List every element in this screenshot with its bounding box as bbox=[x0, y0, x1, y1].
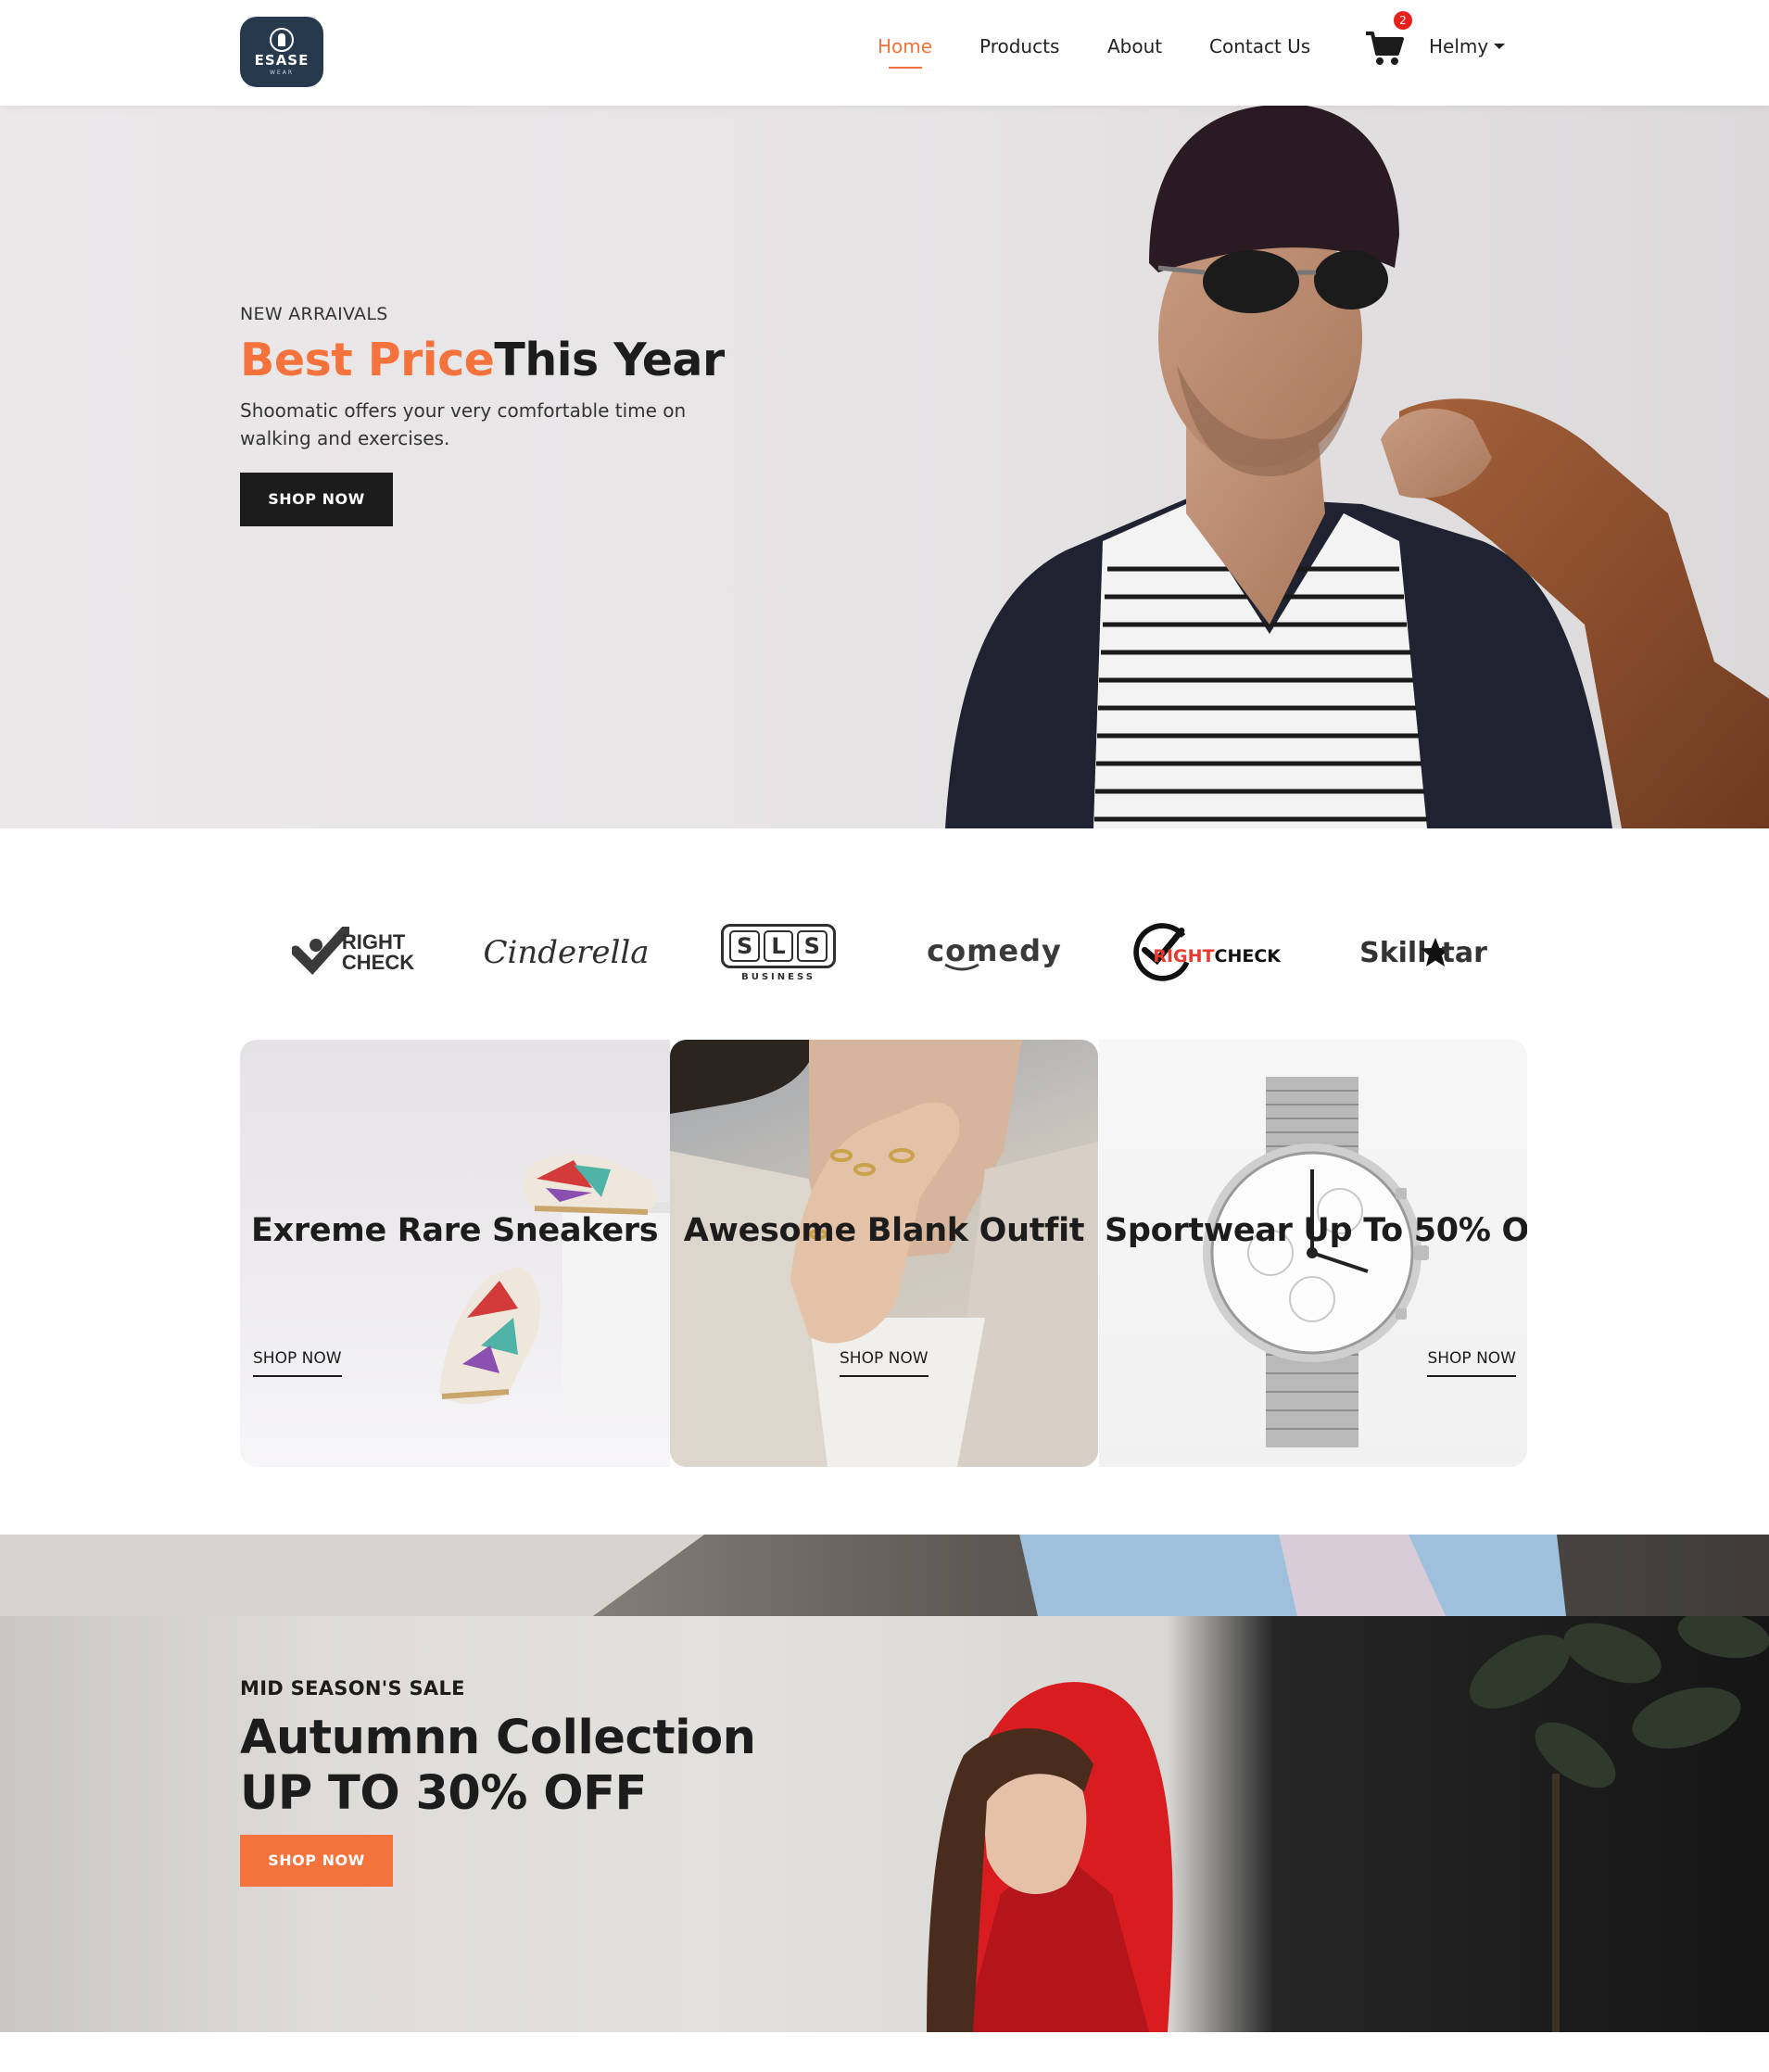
hero-title-accent: Best Price bbox=[240, 334, 495, 386]
promo-title-line1: Autumnn Collection bbox=[240, 1711, 756, 1765]
hero-title: Best PriceThis Year bbox=[240, 334, 725, 386]
card-shop-now-link-sportwear[interactable]: SHOP NOW bbox=[1427, 1349, 1516, 1377]
sls-letter-1: S bbox=[729, 929, 761, 962]
watch-image bbox=[1203, 1077, 1429, 1447]
shopping-cart-icon[interactable] bbox=[1364, 28, 1405, 69]
outfit-image bbox=[670, 1040, 1098, 1467]
rightcheck-line1: RIGHT bbox=[341, 930, 406, 954]
sls-letter-2: L bbox=[764, 929, 793, 962]
card-title-sportwear: Sportwear Up To 50% Off bbox=[1105, 1212, 1527, 1249]
promo-title: Autumnn Collection UP TO 30% OFF bbox=[240, 1711, 756, 1822]
logo-subtext: WEAR bbox=[270, 69, 294, 76]
category-card-sportwear[interactable]: Sportwear Up To 50% Off SHOP NOW bbox=[1099, 1040, 1527, 1467]
promo-eyebrow: MID SEASON'S SALE bbox=[240, 1677, 465, 1699]
cart-count-badge: 2 bbox=[1394, 11, 1412, 30]
sneakers-image bbox=[439, 1154, 670, 1415]
promo-banner: MID SEASON'S SALE Autumnn Collection UP … bbox=[0, 1616, 1769, 2032]
promo-model-image bbox=[927, 1616, 1769, 2032]
hero-description: Shoomatic offers your very comfortable t… bbox=[240, 399, 687, 449]
brand-logo-sls: S L S BUSINESS bbox=[714, 914, 843, 992]
category-card-outfit[interactable]: Awesome Blank Outfit SHOP NOW bbox=[670, 1040, 1098, 1467]
card-title-sneakers: Exreme Rare Sneakers bbox=[251, 1212, 659, 1249]
brand-logo-rightcheck: RIGHT CHECK bbox=[284, 914, 423, 992]
hero-model-image bbox=[945, 106, 1769, 828]
rightcheck-line2: CHECK bbox=[341, 951, 415, 974]
logo-emblem-icon bbox=[270, 28, 294, 52]
nav-link-home[interactable]: Home bbox=[878, 35, 932, 57]
sls-subtitle: BUSINESS bbox=[741, 971, 815, 982]
promo-title-line2: UP TO 30% OFF bbox=[240, 1766, 647, 1821]
brand-logo-rightcheck-2: RIGHTCHECK bbox=[1132, 914, 1281, 992]
hero-title-rest: This Year bbox=[494, 334, 725, 386]
hero-eyebrow: NEW ARRAIVALS bbox=[240, 304, 388, 324]
promo-strip-image bbox=[0, 1535, 1769, 1616]
caret-down-icon bbox=[1494, 44, 1506, 49]
site-header: ESASE WEAR Home Products About Contact U… bbox=[0, 0, 1769, 106]
nav-link-products[interactable]: Products bbox=[979, 35, 1059, 57]
skillstar-b: tar bbox=[1441, 936, 1487, 969]
card-title-outfit: Awesome Blank Outfit bbox=[683, 1212, 1085, 1249]
card-shop-now-link-sneakers[interactable]: SHOP NOW bbox=[253, 1349, 342, 1377]
nav-link-about[interactable]: About bbox=[1107, 35, 1162, 57]
rightcheck2-check: CHECK bbox=[1214, 946, 1282, 967]
brand-logos-strip: RIGHT CHECK Cinderella S L S BUSINESS co… bbox=[0, 828, 1769, 1042]
brand-logo[interactable]: ESASE WEAR bbox=[240, 17, 323, 87]
card-shop-now-link-outfit[interactable]: SHOP NOW bbox=[840, 1349, 929, 1377]
brand-logo-skillstar: Skill tar bbox=[1349, 914, 1497, 992]
rightcheck-check-icon bbox=[291, 927, 349, 975]
promo-shop-now-button[interactable]: SHOP NOW bbox=[240, 1835, 393, 1887]
nav-link-contact[interactable]: Contact Us bbox=[1209, 35, 1310, 57]
brand-logo-cinderella: Cinderella bbox=[483, 934, 650, 971]
brand-logo-comedy: comedy bbox=[925, 914, 1064, 992]
category-card-sneakers[interactable]: Exreme Rare Sneakers SHOP NOW bbox=[240, 1040, 670, 1467]
hero-shop-now-button[interactable]: SHOP NOW bbox=[240, 473, 393, 526]
active-link-underline bbox=[889, 67, 922, 69]
user-name: Helmy bbox=[1429, 35, 1489, 57]
rightcheck2-right: RIGHT bbox=[1153, 946, 1215, 967]
sls-letter-3: S bbox=[796, 929, 828, 962]
smile-icon bbox=[944, 963, 979, 971]
skillstar-a: Skill bbox=[1359, 936, 1427, 969]
promo-strip-art bbox=[0, 1535, 1566, 1616]
user-menu-dropdown[interactable]: Helmy bbox=[1429, 35, 1506, 57]
logo-text: ESASE bbox=[254, 52, 310, 69]
hero-section: NEW ARRAIVALS Best PriceThis Year Shooma… bbox=[0, 106, 1769, 828]
